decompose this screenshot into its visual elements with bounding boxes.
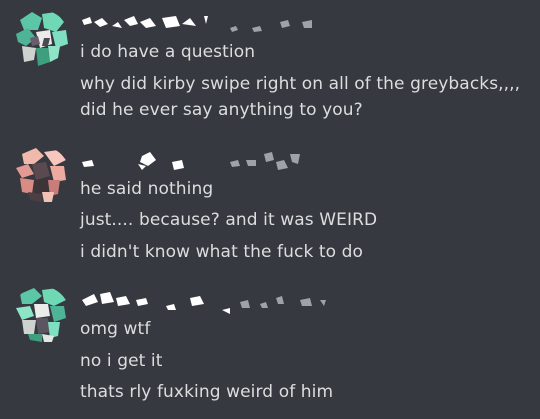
message-text: why did kirby swipe right on all of the … [80,74,521,94]
avatar[interactable] [12,286,70,344]
username[interactable] [80,148,340,170]
avatar-image-icon [12,146,70,204]
redacted-username-icon [82,16,312,32]
avatar[interactable] [12,146,70,204]
message-text: i do have a question [80,42,256,62]
username[interactable] [80,12,340,32]
avatar[interactable] [12,10,70,68]
message-text: he said nothing [80,179,214,199]
message-text: thats rly fuxking weird of him [80,382,334,402]
message-text: i didn't know what the fuck to do [80,242,364,262]
avatar-image-icon [12,10,70,68]
message-text: no i get it [80,351,163,371]
redacted-username-icon [82,292,326,314]
message-text: omg wtf [80,319,151,339]
redacted-username-icon [82,152,300,170]
message-text: just.... because? and it was WEIRD [80,210,378,230]
username[interactable] [80,288,340,314]
message-text: did he ever say anything to you? [80,100,363,120]
avatar-image-icon [12,286,70,344]
